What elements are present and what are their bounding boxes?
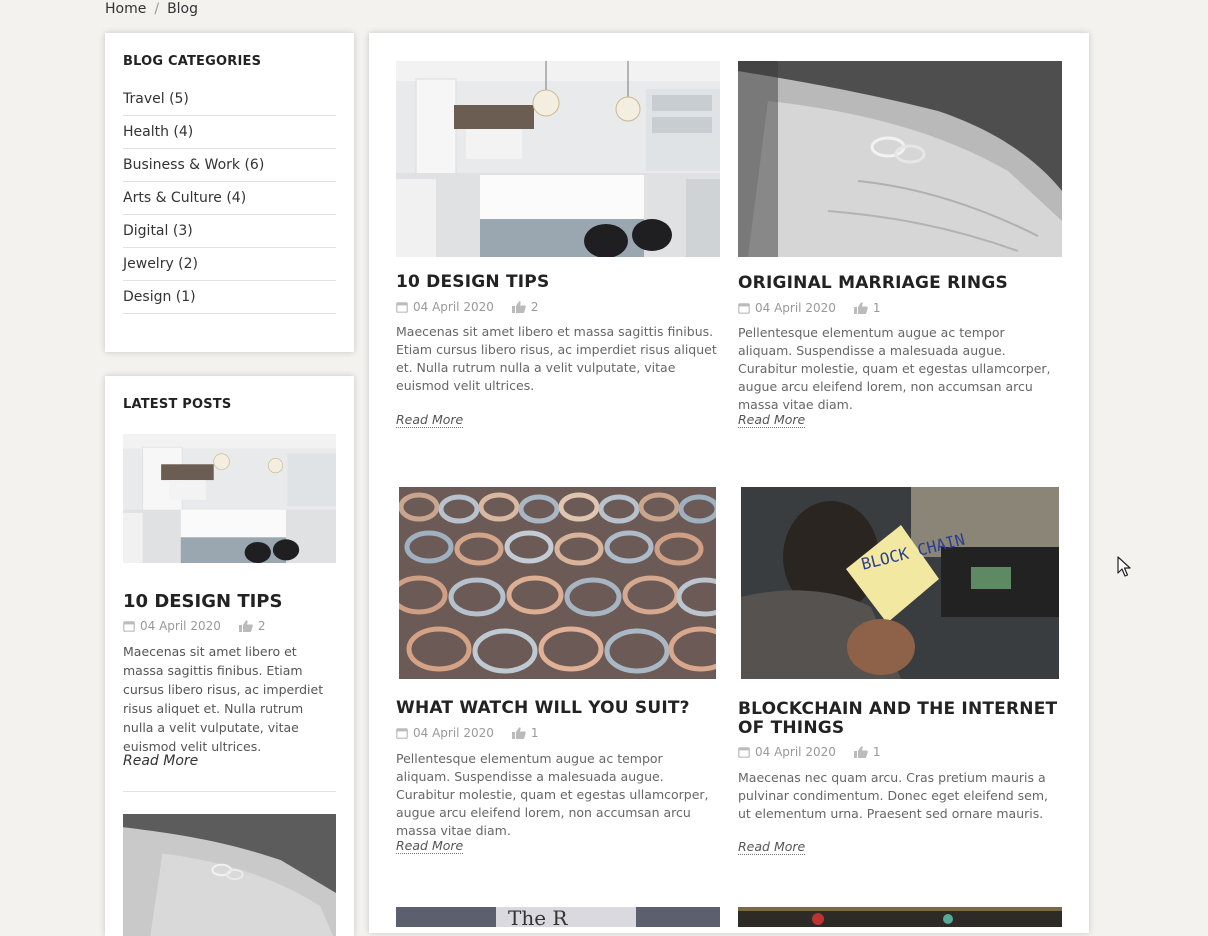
- post-meta-watch: 04 April 2020 1: [396, 726, 539, 740]
- latest-post-image-rings[interactable]: [123, 814, 336, 936]
- latest-post-excerpt: Maecenas sit amet libero et massa sagitt…: [123, 644, 324, 754]
- thumbs-up-icon[interactable]: [853, 302, 868, 314]
- category-item-business-work[interactable]: Business & Work (6): [123, 149, 336, 182]
- post-title-marriage-rings[interactable]: ORIGINAL MARRIAGE RINGS: [738, 274, 1008, 293]
- latest-post-date: 04 April 2020: [140, 619, 221, 633]
- post-read-more-design-tips[interactable]: Read More: [396, 412, 464, 428]
- post-likes-watch: 1: [530, 726, 539, 740]
- category-item-jewelry[interactable]: Jewelry (2): [123, 248, 336, 281]
- calendar-icon: [396, 302, 408, 313]
- calendar-icon: [123, 621, 135, 632]
- post-image-kitchen[interactable]: [396, 61, 720, 257]
- latest-posts-panel: LATEST POSTS 10 DESIGN TIPS 04 April 202…: [105, 376, 354, 936]
- latest-post-divider: [123, 791, 336, 792]
- post-image-blockchain[interactable]: BLOCK CHAIN: [741, 487, 1059, 679]
- post-date-design-tips: 04 April 2020: [413, 300, 494, 314]
- post-excerpt-watch: Pellentesque elementum augue ac tempor a…: [396, 751, 709, 838]
- post-image-partial-left[interactable]: The R: [396, 907, 720, 927]
- post-image-partial-right[interactable]: [738, 907, 1062, 927]
- calendar-icon: [396, 728, 408, 739]
- blog-categories-title: BLOG CATEGORIES: [123, 54, 262, 69]
- post-date-watch: 04 April 2020: [413, 726, 494, 740]
- latest-post-read-more-link[interactable]: Read More: [123, 753, 198, 769]
- latest-post-image-kitchen[interactable]: [123, 434, 336, 563]
- category-item-design[interactable]: Design (1): [123, 281, 336, 314]
- post-likes-blockchain: 1: [872, 745, 881, 759]
- category-list: Travel (5) Health (4) Business & Work (6…: [123, 83, 336, 314]
- post-read-more-marriage-rings[interactable]: Read More: [738, 412, 806, 428]
- post-title-design-tips[interactable]: 10 DESIGN TIPS: [396, 273, 549, 292]
- post-excerpt-design-tips: Maecenas sit amet libero et massa sagitt…: [396, 324, 717, 393]
- partial-image-text: The R: [508, 907, 568, 927]
- category-item-digital[interactable]: Digital (3): [123, 215, 336, 248]
- post-read-more-watch[interactable]: Read More: [396, 838, 464, 854]
- thumbs-up-icon[interactable]: [511, 727, 526, 739]
- post-excerpt-marriage-rings: Pellentesque elementum augue ac tempor a…: [738, 325, 1051, 412]
- post-meta-design-tips: 04 April 2020 2: [396, 300, 539, 314]
- thumbs-up-icon[interactable]: [853, 746, 868, 758]
- post-likes-design-tips: 2: [530, 300, 539, 314]
- latest-post-likes: 2: [257, 619, 266, 633]
- thumbs-up-icon[interactable]: [238, 620, 253, 632]
- post-image-watches[interactable]: [399, 487, 716, 679]
- breadcrumb-home[interactable]: Home: [105, 1, 146, 17]
- latest-post-title[interactable]: 10 DESIGN TIPS: [123, 591, 282, 612]
- post-card-watch: WHAT WATCH WILL YOU SUIT? 04 April 2020 …: [396, 487, 720, 867]
- thumbs-up-icon[interactable]: [511, 301, 526, 313]
- post-likes-marriage-rings: 1: [872, 301, 881, 315]
- blog-categories-panel: BLOG CATEGORIES Travel (5) Health (4) Bu…: [105, 33, 354, 352]
- post-date-blockchain: 04 April 2020: [755, 745, 836, 759]
- post-card-design-tips: 10 DESIGN TIPS 04 April 2020 2 Maecenas …: [396, 61, 720, 441]
- category-item-health[interactable]: Health (4): [123, 116, 336, 149]
- category-item-arts-culture[interactable]: Arts & Culture (4): [123, 182, 336, 215]
- post-meta-marriage-rings: 04 April 2020 1: [738, 301, 881, 315]
- breadcrumb-separator: /: [154, 1, 160, 17]
- breadcrumb-current: Blog: [167, 1, 199, 17]
- post-date-marriage-rings: 04 April 2020: [755, 301, 836, 315]
- calendar-icon: [738, 303, 750, 314]
- post-excerpt-blockchain: Maecenas nec quam arcu. Cras pretium mau…: [738, 770, 1049, 821]
- mouse-cursor-icon: [1117, 556, 1131, 577]
- latest-post-meta: 04 April 2020 2: [123, 619, 266, 633]
- post-meta-blockchain: 04 April 2020 1: [738, 745, 881, 759]
- latest-posts-title: LATEST POSTS: [123, 397, 232, 412]
- blog-posts-panel: 10 DESIGN TIPS 04 April 2020 2 Maecenas …: [369, 33, 1089, 933]
- post-title-watch[interactable]: WHAT WATCH WILL YOU SUIT?: [396, 699, 690, 718]
- breadcrumb: Home / Blog: [105, 0, 198, 18]
- post-card-blockchain: BLOCK CHAIN BLOCKCHAIN AND THE INTERNET …: [738, 487, 1062, 867]
- post-image-rings[interactable]: [738, 61, 1062, 257]
- post-card-marriage-rings: ORIGINAL MARRIAGE RINGS 04 April 2020 1 …: [738, 61, 1062, 441]
- post-read-more-blockchain[interactable]: Read More: [738, 839, 806, 855]
- category-item-travel[interactable]: Travel (5): [123, 83, 336, 116]
- post-title-blockchain[interactable]: BLOCKCHAIN AND THE INTERNET OF THINGS: [738, 700, 1062, 738]
- calendar-icon: [738, 747, 750, 758]
